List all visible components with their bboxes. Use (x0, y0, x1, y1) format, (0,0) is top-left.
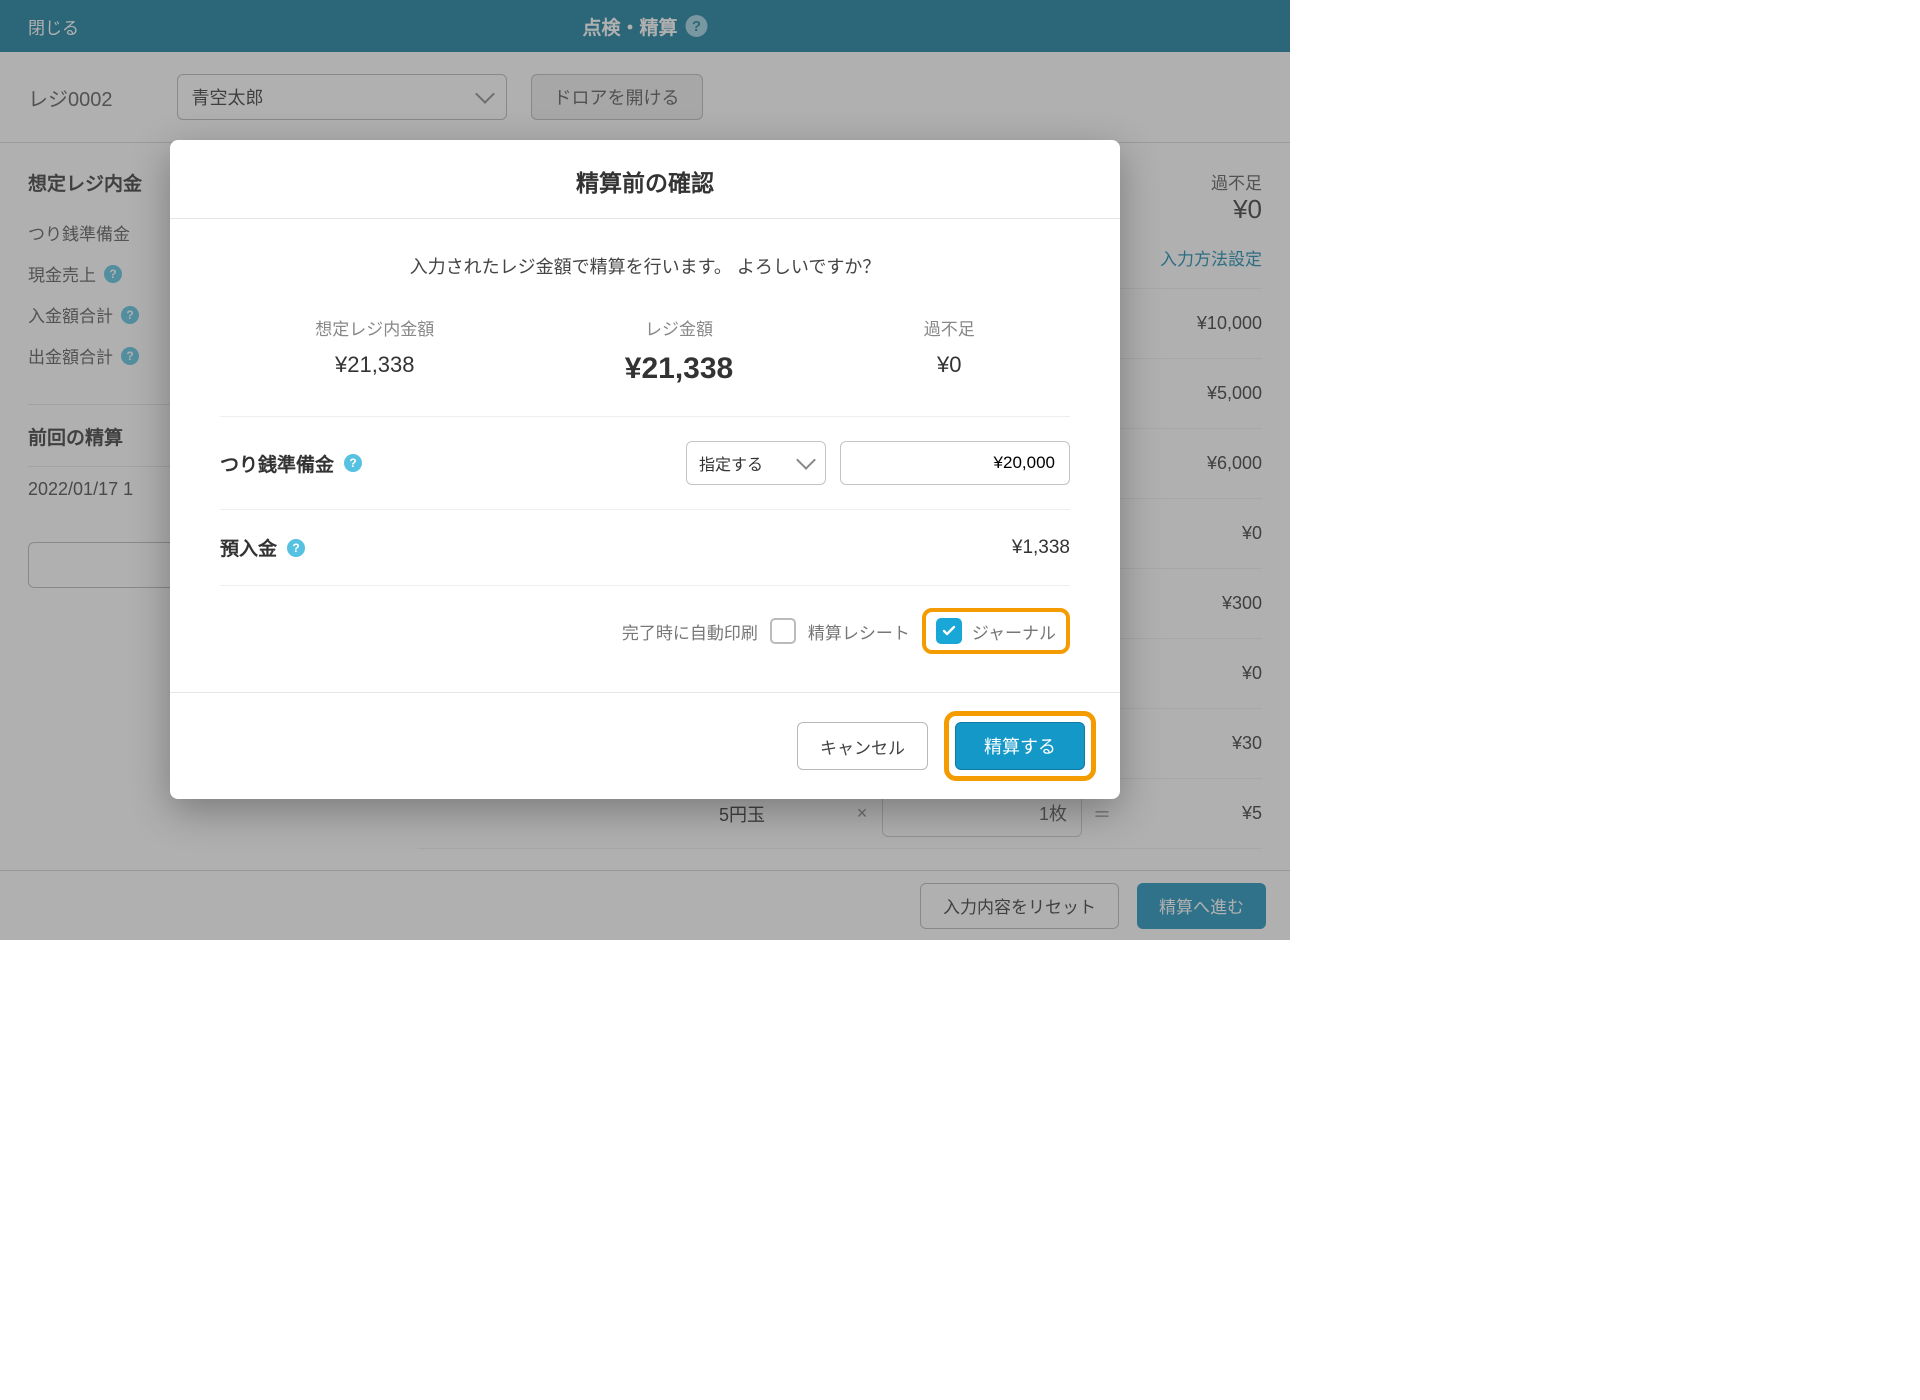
journal-checkbox-label: ジャーナル (972, 619, 1056, 644)
summary-diff: 過不足 ¥0 (924, 315, 975, 386)
summary-expected-label: 想定レジ内金額 (315, 315, 434, 340)
change-fund-label: つり銭準備金 (220, 450, 334, 477)
deposit-value: ¥1,338 (1012, 537, 1070, 559)
modal-footer: キャンセル 精算する (170, 692, 1120, 799)
auto-print-row: 完了時に自動印刷 精算レシート ジャーナル (220, 585, 1070, 682)
deposit-row: 預入金 ? ¥1,338 (220, 509, 1070, 585)
help-icon[interactable]: ? (344, 454, 362, 472)
deposit-label: 預入金 (220, 534, 277, 561)
change-fund-select-value: 指定する (699, 451, 763, 475)
summary-columns: 想定レジ内金額 ¥21,338 レジ金額 ¥21,338 過不足 ¥0 (220, 315, 1070, 416)
page-root: 閉じる 点検・精算 ? レジ0002 青空太郎 ドロアを開ける 想定レジ内金 つ… (0, 0, 1290, 940)
summary-expected: 想定レジ内金額 ¥21,338 (315, 315, 434, 386)
summary-expected-value: ¥21,338 (315, 352, 434, 378)
change-fund-row: つり銭準備金 ? 指定する (220, 416, 1070, 509)
summary-diff-label: 過不足 (924, 315, 975, 340)
summary-register: レジ金額 ¥21,338 (625, 315, 733, 386)
summary-diff-value: ¥0 (924, 352, 975, 378)
receipt-checkbox-label: 精算レシート (808, 619, 910, 644)
auto-print-label: 完了時に自動印刷 (622, 619, 758, 644)
confirm-button[interactable]: 精算する (955, 722, 1085, 770)
modal-message: 入力されたレジ金額で精算を行います。 よろしいですか？ (220, 253, 1070, 279)
modal-title: 精算前の確認 (170, 164, 1120, 198)
change-fund-input[interactable] (840, 441, 1070, 485)
modal-body: 入力されたレジ金額で精算を行います。 よろしいですか？ 想定レジ内金額 ¥21,… (170, 219, 1120, 692)
summary-register-label: レジ金額 (625, 315, 733, 340)
modal-header: 精算前の確認 (170, 140, 1120, 219)
journal-highlight: ジャーナル (922, 608, 1070, 654)
change-fund-select[interactable]: 指定する (686, 441, 826, 485)
chevron-down-icon (796, 450, 816, 470)
cancel-button[interactable]: キャンセル (797, 722, 928, 770)
journal-checkbox[interactable] (936, 618, 962, 644)
help-icon[interactable]: ? (287, 539, 305, 557)
summary-register-value: ¥21,338 (625, 352, 733, 386)
confirm-modal: 精算前の確認 入力されたレジ金額で精算を行います。 よろしいですか？ 想定レジ内… (170, 140, 1120, 799)
receipt-checkbox[interactable] (770, 618, 796, 644)
confirm-highlight: 精算する (944, 711, 1096, 781)
